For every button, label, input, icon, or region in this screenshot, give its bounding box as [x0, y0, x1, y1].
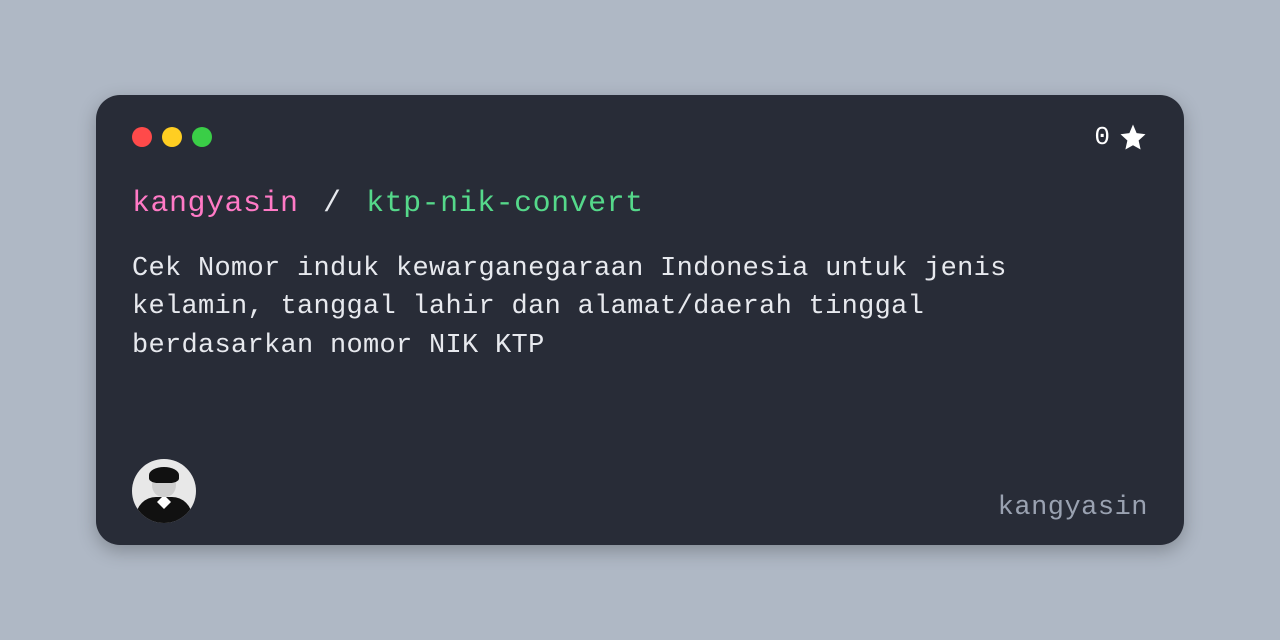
star-icon [1118, 122, 1148, 152]
username-label[interactable]: kangyasin [998, 493, 1148, 523]
close-icon[interactable] [132, 127, 152, 147]
footer: kangyasin [132, 459, 1148, 523]
avatar[interactable] [132, 459, 196, 523]
repo-title: kangyasin / ktp-nik-convert [132, 185, 1148, 224]
maximize-icon[interactable] [192, 127, 212, 147]
minimize-icon[interactable] [162, 127, 182, 147]
repo-owner[interactable]: kangyasin [132, 187, 299, 221]
stars-badge: 0 [1094, 122, 1148, 152]
repo-name[interactable]: ktp-nik-convert [366, 187, 644, 221]
stars-count: 0 [1094, 122, 1110, 152]
topbar: 0 [132, 125, 1148, 149]
repo-card: 0 kangyasin / ktp-nik-convert Cek Nomor … [96, 95, 1184, 545]
repo-description: Cek Nomor induk kewarganegaraan Indonesi… [132, 250, 1112, 365]
separator: / [323, 187, 342, 221]
traffic-lights [132, 127, 212, 147]
